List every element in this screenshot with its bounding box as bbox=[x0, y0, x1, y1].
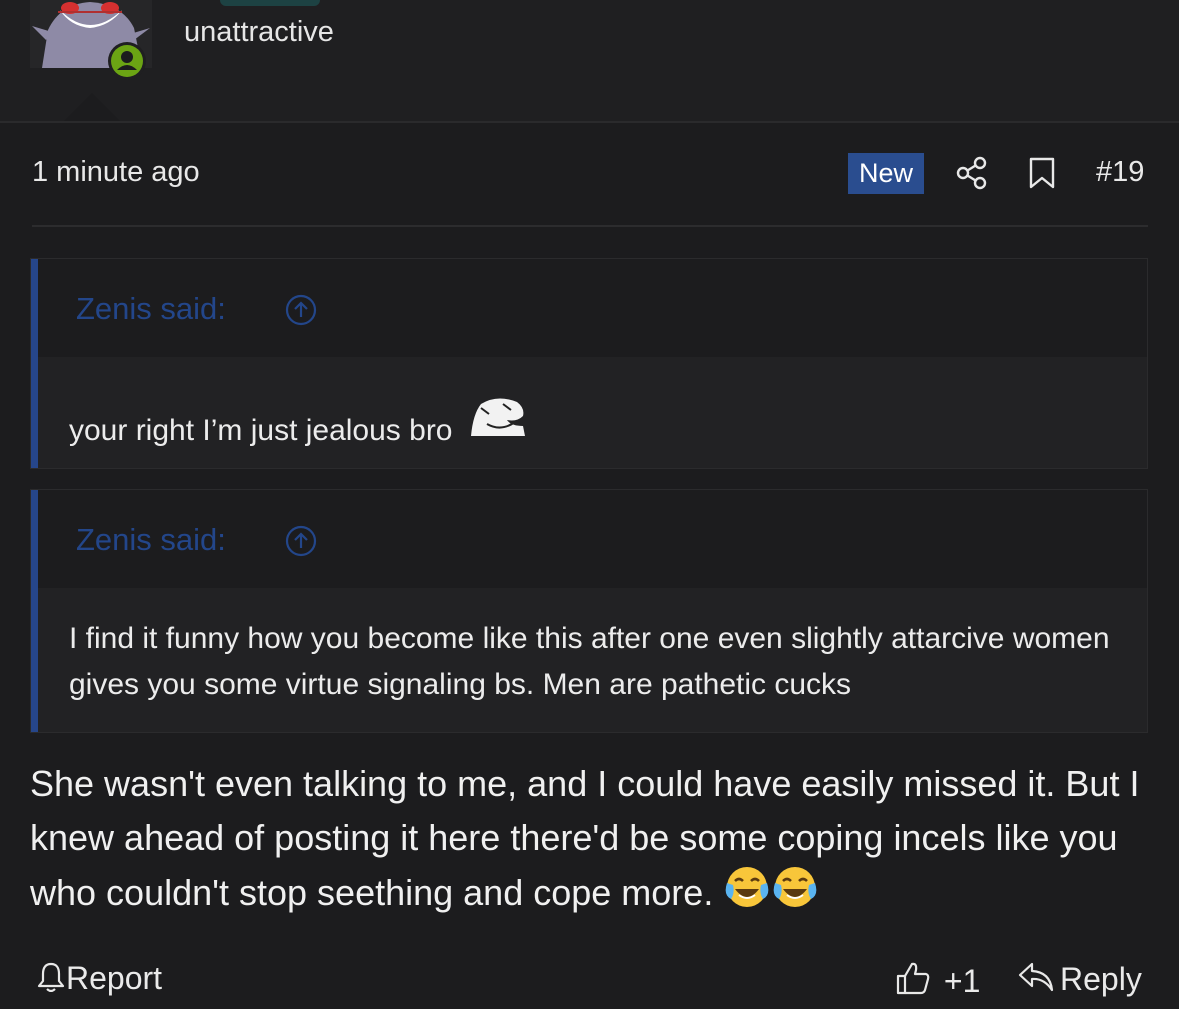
quote-text: I find it funny how you become like this… bbox=[69, 622, 1110, 701]
user-header: unattractive bbox=[0, 0, 1179, 123]
post-body: She wasn't even talking to me, and I cou… bbox=[30, 757, 1160, 926]
jump-to-quote-icon[interactable] bbox=[285, 294, 317, 331]
bell-icon bbox=[36, 960, 66, 1000]
quote-bar bbox=[31, 490, 38, 732]
header-pointer bbox=[64, 93, 120, 121]
quote-author[interactable]: Zenis said: bbox=[76, 522, 226, 558]
meta-divider bbox=[32, 225, 1148, 227]
new-badge: New bbox=[848, 153, 924, 194]
user-title: unattractive bbox=[184, 16, 334, 48]
quote-header: Zenis said: bbox=[38, 490, 1147, 588]
share-icon[interactable] bbox=[955, 156, 989, 195]
jump-to-quote-icon[interactable] bbox=[285, 525, 317, 562]
reply-button[interactable]: Reply bbox=[1018, 960, 1142, 1002]
report-label: Report bbox=[66, 960, 163, 996]
quote-block: Zenis said: I find it funny how you beco… bbox=[30, 489, 1148, 733]
quote-block: Zenis said: your right I’m just jealous … bbox=[30, 258, 1148, 469]
post-body-text: She wasn't even talking to me, and I cou… bbox=[30, 763, 1140, 913]
post-timestamp[interactable]: 1 minute ago bbox=[32, 156, 200, 189]
user-icon bbox=[117, 51, 137, 70]
quote-header: Zenis said: bbox=[38, 259, 1147, 357]
reply-label: Reply bbox=[1060, 961, 1142, 997]
quote-bar bbox=[31, 259, 38, 468]
tears-of-joy-emoji-icon bbox=[723, 865, 771, 926]
quote-text: your right I’m just jealous bro bbox=[69, 396, 1117, 456]
quote-author[interactable]: Zenis said: bbox=[76, 291, 226, 327]
user-banner-glow bbox=[220, 0, 320, 6]
online-status-badge bbox=[108, 42, 146, 80]
thumbs-up-icon bbox=[895, 960, 931, 1004]
trollface-smiley-icon bbox=[467, 396, 527, 456]
like-count: +1 bbox=[943, 963, 981, 999]
tears-of-joy-emoji-icon bbox=[771, 865, 819, 926]
post-number-link[interactable]: #19 bbox=[1096, 156, 1144, 189]
like-button[interactable]: +1 bbox=[895, 960, 980, 1004]
bookmark-icon[interactable] bbox=[1029, 157, 1055, 194]
report-button[interactable]: Report bbox=[36, 960, 162, 1000]
reply-arrow-icon bbox=[1018, 960, 1054, 1002]
quote-text-content: your right I’m just jealous bro bbox=[69, 414, 453, 447]
